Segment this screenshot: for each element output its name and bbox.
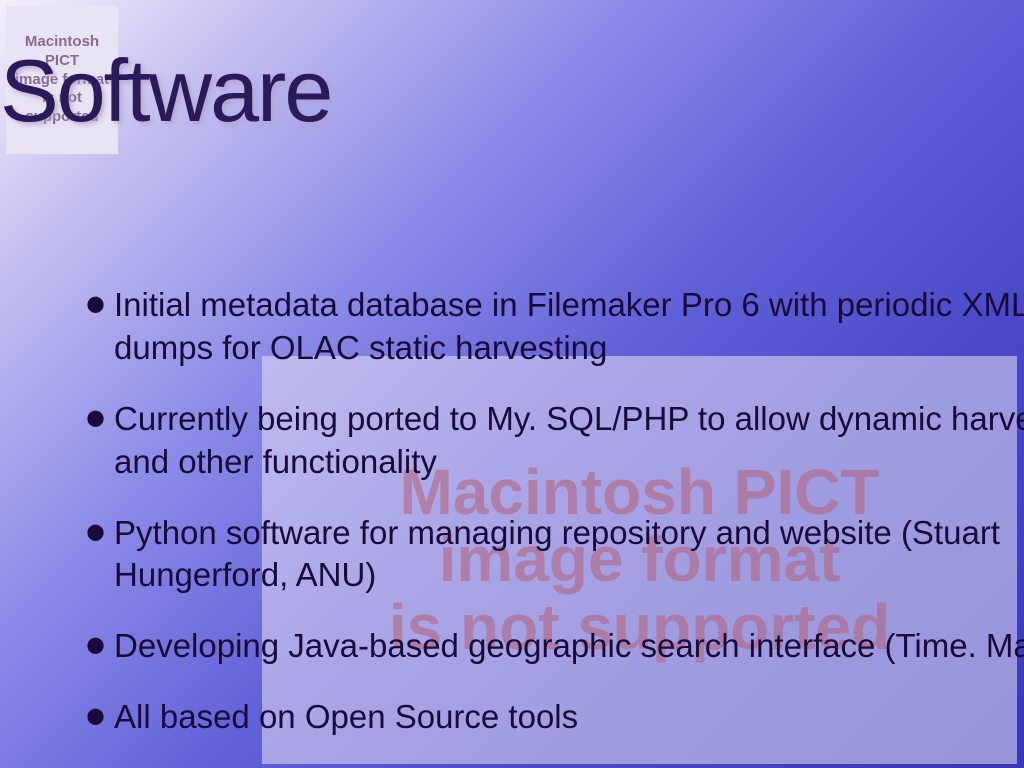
list-item: • Currently being ported to My. SQL/PHP …: [85, 398, 1024, 484]
list-item: • Initial metadata database in Filemaker…: [85, 284, 1024, 370]
bullet-text: Python software for managing repository …: [114, 512, 1024, 598]
bullet-icon: •: [85, 694, 106, 739]
list-item: • Developing Java-based geographic searc…: [85, 625, 1024, 668]
list-item: • All based on Open Source tools: [85, 696, 1024, 739]
bullet-icon: •: [85, 510, 106, 555]
list-item: • Python software for managing repositor…: [85, 512, 1024, 598]
bullet-text: Currently being ported to My. SQL/PHP to…: [114, 398, 1024, 484]
slide-title: Software: [0, 40, 1024, 142]
bullet-list: • Initial metadata database in Filemaker…: [85, 284, 1024, 739]
bullet-icon: •: [85, 396, 106, 441]
bullet-icon: •: [85, 623, 106, 668]
bullet-text: Initial metadata database in Filemaker P…: [114, 284, 1024, 370]
bullet-text: Developing Java-based geographic search …: [114, 625, 1024, 668]
bullet-text: All based on Open Source tools: [114, 696, 1024, 739]
bullet-icon: •: [85, 282, 106, 327]
